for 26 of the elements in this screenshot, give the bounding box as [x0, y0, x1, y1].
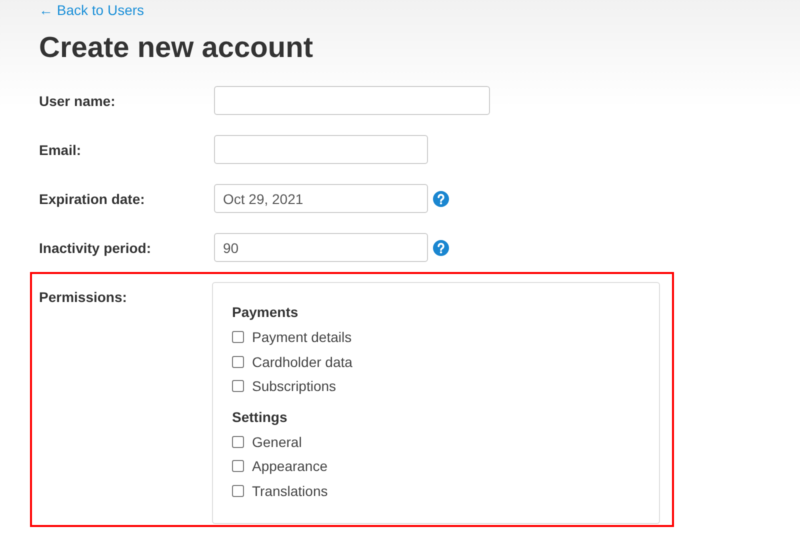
checkbox[interactable] [232, 331, 244, 344]
input-field[interactable]: Oct 29, 2021 [214, 184, 428, 213]
checkbox[interactable] [232, 460, 244, 472]
help-icon[interactable] [433, 240, 449, 256]
field-label: Email: [38, 142, 82, 158]
checkbox-label: Subscriptions [252, 378, 336, 394]
field-label: User name: [38, 92, 116, 108]
field-label: Inactivity period: [38, 240, 152, 256]
checkbox[interactable] [232, 484, 244, 497]
checkbox[interactable] [232, 380, 244, 392]
group-title: Payments [232, 304, 298, 320]
input-field[interactable] [214, 86, 490, 115]
checkbox-label: Appearance [252, 458, 328, 474]
checkbox[interactable] [232, 436, 244, 448]
group-title: Settings [232, 408, 288, 424]
help-icon[interactable] [433, 190, 449, 206]
checkbox-label: Cardholder data [252, 354, 352, 370]
checkbox[interactable] [232, 356, 244, 368]
input-field[interactable]: 90 [214, 233, 428, 262]
checkbox-label: General [252, 434, 302, 450]
input-field[interactable] [214, 135, 428, 164]
field-label: Expiration date: [38, 190, 146, 206]
checkbox-label: Translations [252, 482, 328, 499]
field-label: Permissions: [38, 288, 128, 307]
page-title: Create new account [39, 31, 314, 65]
checkbox-label: Payment details [252, 329, 352, 346]
